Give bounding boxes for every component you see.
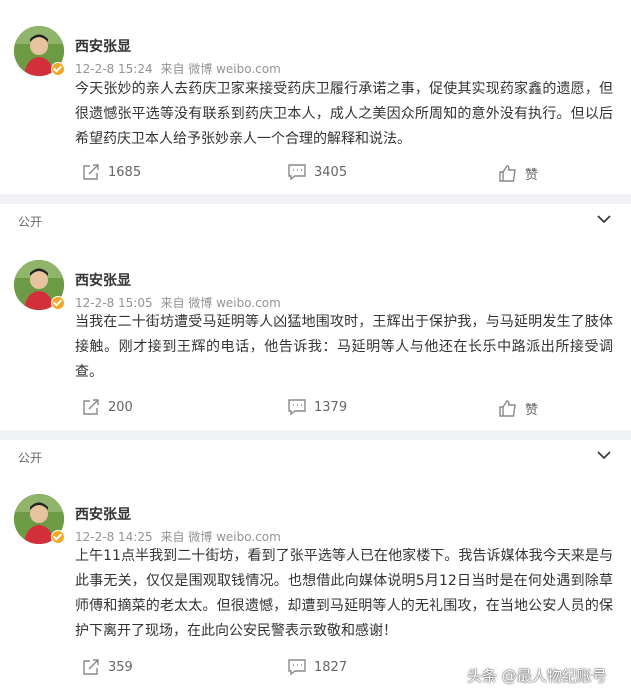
comment-icon [288,659,306,675]
post-card-2: 公开 西安张显 12-2-8 15:05 来自 微博 weibo.com 当我在… [0,204,631,430]
post-source: 来自 微博 weibo.com [160,530,281,544]
post-meta: 12-2-8 15:05 来自 微博 weibo.com [75,294,285,311]
like-label: 赞 [525,403,539,418]
verified-badge-icon [51,62,65,76]
like-button[interactable]: 赞 [499,399,538,418]
author-name[interactable]: 西安张显 [75,504,131,524]
post-actions: 1685 3405 赞 [0,164,631,188]
watermark: 头条 @最人物纪账号 [467,667,607,685]
like-icon [499,400,516,417]
post-time[interactable]: 12-2-8 14:25 [75,530,153,544]
visibility-label: 公开 [18,215,43,229]
comment-icon [288,164,306,180]
chevron-down-icon[interactable] [597,450,611,460]
like-button[interactable]: 赞 [499,164,538,183]
post-card-3: 公开 西安张显 12-2-8 14:25 来自 微博 weibo.com 上午1… [0,440,631,697]
comment-button[interactable]: 3405 [288,164,347,180]
post-time[interactable]: 12-2-8 15:05 [75,296,153,310]
post-source: 来自 微博 weibo.com [160,62,281,76]
repost-count: 200 [108,399,133,415]
verified-badge-icon [51,530,65,544]
post-actions: 200 1379 赞 [0,399,631,423]
like-icon [499,165,516,182]
post-text: 当我在二十街坊遭受马延明等人凶猛地围攻时，王辉出于保护我，与马延明发生了肢体接触… [75,314,613,380]
repost-icon [83,164,99,180]
like-label: 赞 [525,168,539,183]
comment-icon [288,399,306,415]
comment-button[interactable]: 1827 [288,659,347,675]
post-card-1: 西安张显 12-2-8 15:24 来自 微博 weibo.com 今天张妙的亲… [0,0,631,194]
post-source: 来自 微博 weibo.com [160,296,281,310]
post-text: 今天张妙的亲人去药庆卫家来接受药庆卫履行承诺之事，促使其实现药家鑫的遗愿，但很遗… [75,81,613,147]
visibility-bar: 公开 [0,204,631,240]
post-meta: 12-2-8 14:25 来自 微博 weibo.com [75,528,285,545]
author-name[interactable]: 西安张显 [75,36,131,56]
verified-badge-icon [51,296,65,310]
comment-button[interactable]: 1379 [288,399,347,415]
repost-count: 359 [108,659,133,675]
repost-count: 1685 [108,164,142,180]
visibility-bar: 公开 [0,440,631,476]
visibility-label: 公开 [18,451,43,465]
comment-count: 1827 [314,659,348,675]
post-time[interactable]: 12-2-8 15:24 [75,62,153,76]
comment-count: 3405 [314,164,348,180]
chevron-down-icon[interactable] [597,214,611,224]
author-name[interactable]: 西安张显 [75,270,131,290]
post-meta: 12-2-8 15:24 来自 微博 weibo.com [75,60,285,77]
repost-icon [83,659,99,675]
repost-icon [83,399,99,415]
repost-button[interactable]: 359 [82,659,133,675]
repost-button[interactable]: 200 [82,399,133,415]
comment-count: 1379 [314,399,348,415]
repost-button[interactable]: 1685 [82,164,141,180]
post-text: 上午11点半我到二十街坊，看到了张平选等人已在他家楼下。我告诉媒体我今天来是与此… [75,548,613,639]
